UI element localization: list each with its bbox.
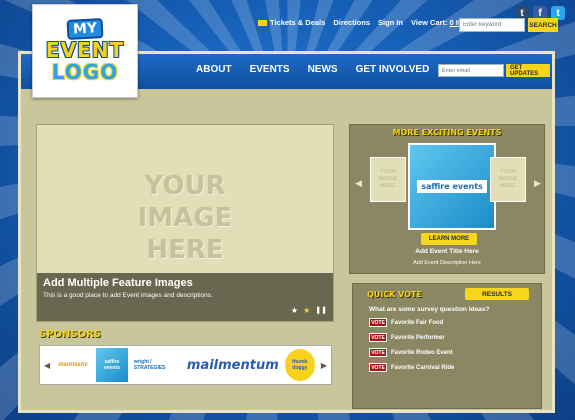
more-events-panel: MORE EXCITING EVENTS ◀ YOUR IMAGE HERE s…: [349, 124, 545, 274]
sponsor-logo[interactable]: mamtastic: [56, 362, 90, 368]
search-input[interactable]: [459, 18, 525, 32]
nav-events[interactable]: EVENTS: [250, 64, 290, 75]
poll-option: VOTE Favorite Rodeo Event: [353, 345, 541, 360]
ticket-icon: [258, 20, 267, 27]
sign-in-link[interactable]: Sign In: [378, 18, 403, 27]
poll-option-label: Favorite Carnival Ride: [391, 364, 455, 371]
event-thumb-left[interactable]: YOUR IMAGE HERE: [370, 157, 406, 202]
logo-line-logo: LOGO: [51, 60, 119, 84]
get-updates-button[interactable]: GET UPDATES: [506, 64, 550, 77]
results-button[interactable]: RESULTS: [465, 288, 529, 300]
utility-nav: Tickets & Deals Directions Sign In View …: [258, 18, 480, 27]
poll-option: VOTE Favorite Carnival Ride: [353, 360, 541, 375]
image-placeholder: YOUR IMAGE HERE: [37, 170, 333, 266]
feature-caption: Add Multiple Feature Images This is a go…: [37, 273, 333, 321]
vote-button[interactable]: VOTE: [369, 333, 387, 342]
email-input[interactable]: [438, 64, 504, 77]
pause-icon[interactable]: ❚❚: [315, 306, 327, 315]
vote-button[interactable]: VOTE: [369, 318, 387, 327]
nav-about[interactable]: ABOUT: [196, 64, 232, 75]
vote-button[interactable]: VOTE: [369, 363, 387, 372]
search-button[interactable]: SEARCH: [528, 18, 558, 32]
tickets-label: Tickets & Deals: [270, 18, 326, 27]
feature-slider[interactable]: YOUR IMAGE HERE Add Multiple Feature Ima…: [36, 124, 334, 322]
star-icon[interactable]: ★: [291, 306, 298, 315]
quick-vote-panel: QUICK VOTE RESULTS What are some survey …: [352, 283, 542, 409]
nav-news[interactable]: NEWS: [308, 64, 338, 75]
feature-description: This is a good place to add Event images…: [43, 292, 213, 299]
sponsor-logo[interactable]: wright / STRATEGIES: [134, 359, 181, 371]
view-cart-label: View Cart:: [411, 18, 448, 27]
nav-get-involved[interactable]: GET INVOLVED: [356, 64, 430, 75]
poll-option-label: Favorite Fair Food: [391, 319, 444, 326]
newsletter-form: GET UPDATES: [438, 64, 550, 77]
events-title: MORE EXCITING EVENTS: [392, 128, 502, 137]
feature-title: Add Multiple Feature Images: [43, 277, 193, 289]
placeholder-line: HERE: [146, 235, 224, 265]
placeholder-line: IMAGE: [137, 203, 233, 233]
logo-line-my: MY: [66, 18, 104, 40]
poll-option: VOTE Favorite Fair Food: [353, 315, 541, 330]
logo-line-event: EVENT: [45, 38, 125, 62]
poll-option: VOTE Favorite Performer: [353, 330, 541, 345]
main-nav: ABOUT EVENTS NEWS GET INVOLVED: [196, 64, 429, 75]
vote-button[interactable]: VOTE: [369, 348, 387, 357]
arrow-right-icon[interactable]: ▶: [534, 178, 541, 189]
main-frame: ABOUT EVENTS NEWS GET INVOLVED GET UPDAT…: [18, 51, 555, 413]
sponsors-carousel: ◀ mamtastic saffire events wright / STRA…: [39, 345, 332, 385]
arrow-left-icon[interactable]: ◀: [355, 178, 362, 189]
sponsor-logo[interactable]: saffire events: [95, 348, 128, 382]
sponsor-logo[interactable]: thumb doggy: [284, 349, 315, 381]
event-thumb-right[interactable]: YOUR IMAGE HERE: [490, 157, 526, 202]
poll-question: What are some survey question ideas?: [369, 306, 490, 313]
quick-vote-header: QUICK VOTE RESULTS: [353, 284, 541, 300]
sponsor-logo[interactable]: mailmentum: [187, 358, 279, 373]
sponsors-title: SPONSORS: [39, 329, 102, 340]
poll-option-label: Favorite Performer: [391, 334, 445, 341]
event-thumb-featured[interactable]: saffire events: [408, 143, 496, 230]
learn-more-button[interactable]: LEARN MORE: [421, 233, 477, 245]
event-logo[interactable]: MY EVENT LOGO: [32, 4, 138, 98]
event-description: Add Event Description Here: [413, 260, 481, 266]
placeholder-line: YOUR: [144, 171, 226, 201]
arrow-right-icon[interactable]: ▶: [321, 361, 327, 370]
slider-controls: ★ ★ ❚❚: [291, 306, 327, 315]
directions-link[interactable]: Directions: [333, 18, 370, 27]
arrow-left-icon[interactable]: ◀: [44, 361, 50, 370]
search-form: SEARCH: [459, 18, 558, 32]
quick-vote-title: QUICK VOTE: [367, 289, 422, 299]
featured-event-logo: saffire events: [417, 180, 487, 193]
star-active-icon[interactable]: ★: [303, 306, 310, 315]
tickets-link[interactable]: Tickets & Deals: [258, 18, 325, 27]
poll-option-label: Favorite Rodeo Event: [391, 349, 453, 356]
event-title[interactable]: Add Event Title Here: [350, 248, 544, 255]
sponsors-section: SPONSORS ◀ mamtastic saffire events wrig…: [39, 329, 332, 389]
